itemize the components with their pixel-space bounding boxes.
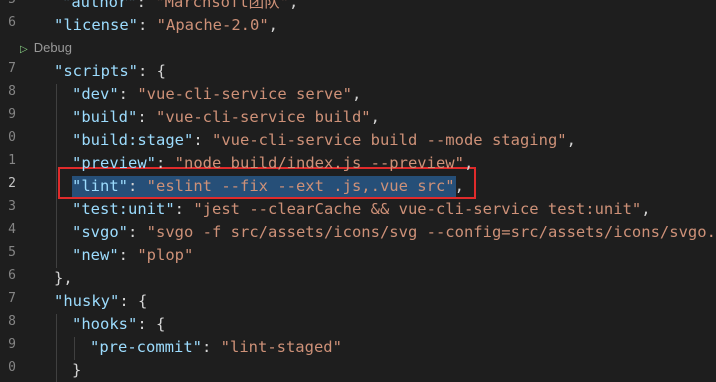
line-number: 6 [8,15,16,30]
code-line-author: "author": "Marchsoft团队", [62,0,298,14]
line-number: 8 [8,314,16,329]
json-key: "scripts" [54,62,138,80]
json-punct: } [72,361,82,379]
json-colon: : [138,62,157,80]
line-number: 0 [8,130,16,145]
json-colon: : [118,246,138,264]
json-colon: : [137,108,156,126]
json-punct: , [463,154,474,172]
code-line-svgo: "svgo": "svgo -f src/assets/icons/svg --… [72,221,716,244]
json-string: "jest --clearCache && vue-cli-service te… [193,200,642,218]
json-colon: : [138,16,157,34]
json-key: "license" [54,16,138,34]
json-key: "husky" [54,292,120,310]
code-line-build-stage: "build:stage": "vue-cli-service build --… [72,129,576,152]
json-punct: { [156,315,166,333]
json-key: "dev" [72,85,119,103]
json-colon: : [193,131,212,149]
line-number: 8 [8,84,16,99]
code-line-build: "build": "vue-cli-service build", [72,106,380,129]
json-key: "new" [72,246,119,264]
code-line-test-unit: "test:unit": "jest --clearCache && vue-c… [72,198,651,221]
json-string: "vue-cli-service build" [156,108,371,126]
json-key: "test:unit" [72,200,175,218]
line-number-gutter: 5 6 7 8 9 0 1 2 3 4 5 6 7 8 9 0 [0,0,22,382]
play-icon: ▷ [20,44,28,55]
json-key: "build:stage" [72,131,194,149]
json-punct: }, [54,269,73,287]
line-number: 9 [8,337,16,352]
line-number: 9 [8,107,16,122]
code-line-dev: "dev": "vue-cli-service serve", [72,83,361,106]
json-punct: , [370,108,380,126]
line-number-active: 2 [8,176,16,191]
json-key: "build" [72,108,138,126]
code-editor[interactable]: 5 6 7 8 9 0 1 2 3 4 5 6 7 8 9 0 ▷Debug "… [0,0,716,382]
code-line-lint: "lint": "eslint --fix --ext .js,.vue src… [72,175,464,198]
line-number: 4 [8,222,16,237]
json-string: "Apache-2.0" [156,16,269,34]
json-key: "pre-commit" [90,338,202,356]
code-line-pre-commit: "pre-commit": "lint-staged" [90,336,342,359]
json-punct: , [288,0,299,11]
code-line-hooks-close: } [72,359,81,382]
code-area[interactable]: "author": "Marchsoft团队", "license": "Apa… [36,0,716,382]
json-key: "preview" [72,154,156,172]
json-key: "svgo" [72,223,128,241]
json-colon: : [128,177,147,195]
json-string: "vue-cli-service build --mode staging" [212,131,567,149]
json-key: "author" [62,0,137,11]
json-key: "lint" [72,177,128,195]
line-number: 6 [8,268,16,283]
line-number: 5 [8,245,16,260]
json-string: "eslint --fix --ext .js,.vue src" [146,177,455,195]
json-colon: : [156,154,175,172]
json-punct: , [566,131,576,149]
code-line-scripts: "scripts": { [54,60,166,83]
json-string: "Marchsoft团队" [155,0,289,11]
json-string: "node build/index.js --preview" [174,154,464,172]
json-key: "hooks" [72,315,138,333]
json-string: "plop" [137,246,194,264]
line-number: 0 [8,360,16,375]
code-line-scripts-close: }, [54,267,73,290]
code-line-husky: "husky": { [54,290,147,313]
line-number: 7 [8,291,16,306]
json-punct: , [351,85,362,103]
json-punct: { [138,292,148,310]
json-string: "svgo -f src/assets/icons/svg --config=s… [146,223,716,241]
code-line-new: "new": "plop" [72,244,193,267]
line-number: 1 [8,153,16,168]
line-number: 7 [8,61,16,76]
json-colon: : [201,338,221,356]
line-number: 3 [8,199,16,214]
json-punct: , [454,177,464,195]
json-punct: , [268,16,278,34]
json-punct: { [156,62,167,80]
json-colon: : [119,292,138,310]
json-punct: , [641,200,651,218]
json-colon: : [174,200,194,218]
code-line-license: "license": "Apache-2.0", [54,14,278,37]
json-colon: : [118,85,138,103]
json-colon: : [137,315,156,333]
line-number: 5 [0,0,16,7]
code-line-preview: "preview": "node build/index.js --previe… [72,152,473,175]
code-line-hooks: "hooks": { [72,313,165,336]
json-string: "lint-staged" [220,338,342,356]
json-string: "vue-cli-service serve" [137,85,352,103]
json-colon: : [128,223,147,241]
json-colon: : [136,0,156,11]
